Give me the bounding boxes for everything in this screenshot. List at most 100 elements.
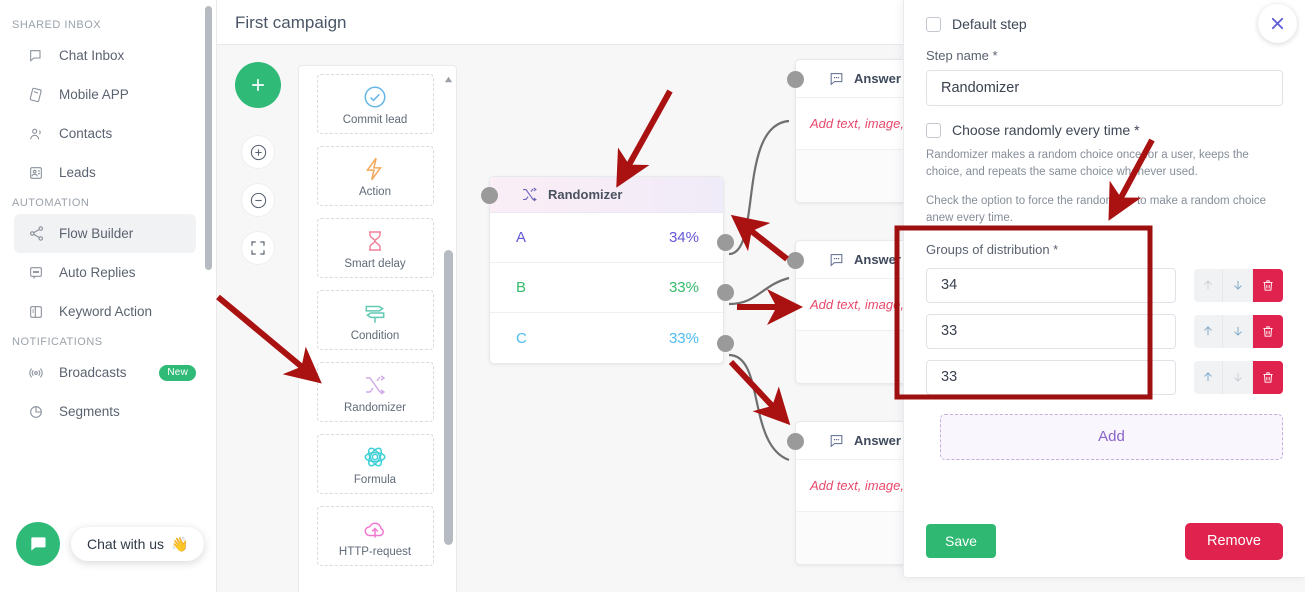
waving-hand-icon: 👋 (171, 535, 189, 552)
sidebar-item-label: Segments (59, 404, 120, 419)
move-down-button[interactable] (1223, 314, 1253, 348)
distribution-value-input[interactable] (926, 313, 1177, 349)
sidebar-item-segments[interactable]: Segments (14, 392, 196, 431)
randomizer-node-title: Randomizer (548, 187, 623, 202)
mobile-app-icon (28, 86, 50, 104)
branch-port-c[interactable] (717, 335, 734, 352)
keyword-action-icon (28, 303, 50, 321)
sidebar-section-title: AUTOMATION (12, 197, 90, 209)
branch-label: C (516, 329, 527, 347)
answer-input-port[interactable] (787, 71, 804, 88)
delete-group-button[interactable] (1252, 314, 1283, 348)
sidebar-item-mobile-app[interactable]: Mobile APP (14, 75, 196, 114)
sidebar-item-label: Chat Inbox (59, 48, 125, 63)
sidebar-item-label: Leads (59, 165, 96, 180)
move-down-button[interactable] (1223, 268, 1253, 302)
node-input-port[interactable] (481, 187, 498, 204)
save-button[interactable]: Save (926, 524, 996, 558)
choose-randomly-checkbox[interactable]: Choose randomly every time * (926, 122, 1283, 138)
auto-replies-icon (28, 264, 50, 282)
step-settings-panel: Default step Step name * Choose randomly… (903, 0, 1305, 578)
step-name-label: Step name * (926, 48, 998, 63)
sidebar-item-broadcasts[interactable]: Broadcasts New (14, 353, 196, 392)
sidebar-section-title: SHARED INBOX (12, 19, 102, 31)
sidebar-item-contacts[interactable]: Contacts (14, 114, 196, 153)
broadcasts-icon (28, 364, 50, 382)
default-step-label: Default step (952, 16, 1027, 32)
group-actions (1194, 268, 1283, 302)
group-actions (1194, 314, 1283, 348)
move-up-button[interactable] (1194, 360, 1224, 394)
groups-of-distribution-label: Groups of distribution * (926, 241, 1059, 257)
sidebar-item-chat-inbox[interactable]: Chat Inbox (14, 36, 196, 75)
sidebar-item-label: Contacts (59, 126, 113, 141)
sidebar-item-leads[interactable]: Leads (14, 153, 196, 192)
branch-percent: 34% (668, 229, 699, 246)
distribution-value-input[interactable] (926, 267, 1177, 303)
branch-port-b[interactable] (717, 284, 734, 301)
leads-icon (28, 164, 50, 182)
randomizer-branch-list: A 34% B 33% C 33% (490, 213, 723, 363)
checkbox-box (926, 122, 941, 138)
delete-group-button[interactable] (1252, 360, 1283, 394)
sidebar-item-label: Auto Replies (59, 265, 136, 280)
sidebar-item-label: Broadcasts (59, 365, 127, 380)
sidebar-item-flow-builder[interactable]: Flow Builder (14, 214, 196, 253)
message-bubble-icon (828, 71, 845, 87)
choose-randomly-label: Choose randomly every time * (952, 122, 1140, 138)
randomizer-node[interactable]: Randomizer A 34% B 33% C 33% (481, 176, 734, 364)
chat-bubble-icon[interactable] (16, 522, 60, 566)
contacts-icon (28, 125, 50, 143)
segments-icon (28, 403, 50, 421)
answer-placeholder: Add text, image, vi (810, 297, 917, 312)
step-name-input[interactable] (926, 70, 1283, 106)
add-group-label: Add (1098, 428, 1125, 446)
message-bubble-icon (828, 433, 845, 449)
checkbox-box (926, 16, 941, 32)
page-title: First campaign (235, 13, 347, 32)
flow-builder-app: SHARED INBOX Chat Inbox Mobile APP Contacts… (0, 0, 1305, 592)
answer-placeholder: Add text, image, vi (810, 116, 917, 131)
branch-percent: 33% (668, 279, 699, 296)
move-down-button[interactable] (1223, 360, 1253, 394)
sidebar-item-label: Flow Builder (59, 226, 134, 241)
chat-inbox-icon (28, 47, 50, 65)
sidebar-item-keyword-action[interactable]: Keyword Action (14, 292, 196, 331)
help-text-2: Check the option to force the randomizer… (926, 195, 1267, 225)
move-up-button[interactable] (1194, 268, 1224, 302)
randomizer-branch-row[interactable]: B 33% (490, 263, 723, 313)
randomizer-node-header: Randomizer (490, 177, 723, 213)
answer-input-port[interactable] (787, 252, 804, 269)
sidebar-item-auto-replies[interactable]: Auto Replies (14, 253, 196, 292)
distribution-group-row (926, 267, 1283, 303)
sidebar-item-label: Keyword Action (59, 304, 153, 319)
answer-input-port[interactable] (787, 433, 804, 450)
branch-label: A (516, 229, 527, 246)
distribution-group-row (926, 313, 1283, 349)
branch-percent: 33% (668, 329, 699, 347)
branch-port-a[interactable] (717, 234, 734, 251)
answer-placeholder: Add text, image, v (810, 478, 915, 493)
distribution-value-input[interactable] (926, 359, 1177, 395)
close-icon[interactable] (1258, 4, 1297, 43)
randomizer-icon (520, 186, 539, 203)
chat-with-us-tooltip[interactable]: Chat with us 👋 (71, 527, 205, 561)
delete-group-button[interactable] (1252, 268, 1283, 302)
distribution-group-row (926, 359, 1283, 395)
panel-footer: Save Remove (904, 505, 1305, 577)
sidebar: SHARED INBOX Chat Inbox Mobile APP Contacts… (0, 0, 210, 592)
randomizer-branch-row[interactable]: A 34% (490, 213, 723, 263)
branch-label: B (516, 279, 527, 296)
sidebar-item-label: Mobile APP (59, 87, 129, 102)
add-group-button[interactable]: Add (940, 413, 1283, 460)
sidebar-scrollbar[interactable] (205, 6, 212, 270)
flow-builder-icon (28, 225, 50, 243)
randomizer-branch-row[interactable]: C 33% (490, 313, 723, 363)
group-actions (1194, 360, 1283, 394)
default-step-checkbox[interactable]: Default step (926, 16, 1283, 32)
remove-button[interactable]: Remove (1185, 522, 1283, 560)
sidebar-section-title: NOTIFICATIONS (12, 336, 103, 348)
distribution-group-list (904, 267, 1305, 395)
new-badge: New (159, 364, 196, 381)
move-up-button[interactable] (1194, 314, 1224, 348)
